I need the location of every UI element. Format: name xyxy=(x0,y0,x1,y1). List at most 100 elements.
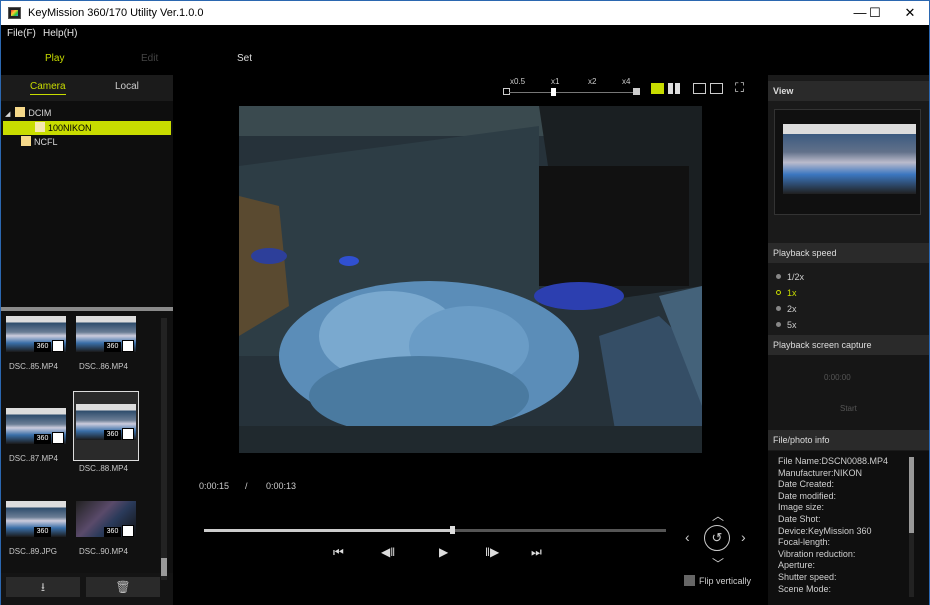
thumbnail[interactable]: 360 DSC..86.MP4 xyxy=(74,311,140,375)
speed-option[interactable]: 5x xyxy=(776,320,797,330)
info-line: Date modified: xyxy=(778,491,837,501)
video-camera-icon xyxy=(52,340,64,352)
tree-label: NCFL xyxy=(34,137,58,147)
capture-start-button[interactable]: Start xyxy=(840,404,857,413)
seek-knob[interactable] xyxy=(450,526,455,534)
mode-play[interactable]: Play xyxy=(45,53,64,64)
chevron-left-icon[interactable]: ‹ xyxy=(685,529,690,545)
speed-option-selected[interactable]: 1x xyxy=(776,288,797,298)
time-separator: / xyxy=(245,481,248,491)
close-button[interactable]: ✕ xyxy=(887,1,930,25)
source-tabs: Camera Local xyxy=(1,75,173,101)
thumbnail[interactable]: 360 DSC..87.MP4 xyxy=(4,403,70,467)
radio-icon xyxy=(776,322,781,327)
video-camera-icon xyxy=(122,428,134,440)
skip-to-start-icon[interactable]: ⏮ xyxy=(333,545,344,560)
tree-node-100nikon[interactable]: 100NIKON xyxy=(3,121,171,135)
tab-camera[interactable]: Camera xyxy=(30,81,66,95)
file-info-header: File/photo info xyxy=(768,430,929,450)
view-header: View xyxy=(768,81,929,101)
right-panel: View Playback speed 1/2x 1x 2x 5x Playba… xyxy=(768,75,929,605)
chevron-down-icon[interactable]: ﹀ xyxy=(712,555,724,572)
menu-file[interactable]: File(F) xyxy=(7,28,36,39)
flip-checkbox[interactable] xyxy=(684,575,695,586)
folder-icon xyxy=(35,122,45,132)
total-time: 0:00:13 xyxy=(266,481,297,491)
360-badge: 360 xyxy=(104,342,121,352)
thumbnail[interactable]: 360 DSC..85.MP4 xyxy=(4,311,70,375)
thumbnail-caption: DSC..87.MP4 xyxy=(9,454,58,463)
zoom-slider[interactable] xyxy=(509,92,637,93)
aspect-16-9-icon[interactable] xyxy=(710,83,723,94)
info-line: Image size: xyxy=(778,502,825,512)
zoom-label: x2 xyxy=(588,77,597,86)
speed-label: 1x xyxy=(787,288,797,298)
seek-bar[interactable] xyxy=(204,526,666,534)
step-back-icon[interactable]: ◀‖ xyxy=(381,545,395,559)
mode-edit[interactable]: Edit xyxy=(141,53,158,64)
zoom-slider-knob[interactable] xyxy=(551,88,556,96)
video-camera-icon xyxy=(122,525,134,537)
reset-view-icon[interactable]: ↺ xyxy=(704,525,730,551)
thumbnail-caption: DSC..86.MP4 xyxy=(79,362,128,371)
speed-label: 1/2x xyxy=(787,272,805,282)
radio-icon xyxy=(776,274,781,279)
delete-button[interactable]: 🗑 xyxy=(86,577,160,597)
app-icon xyxy=(8,7,21,19)
flip-vertically-option[interactable]: Flip vertically xyxy=(684,575,751,586)
info-line: File Name:DSCN0088.MP4 xyxy=(778,456,889,466)
capture-panel: 0:00:00 Start xyxy=(768,355,929,430)
video-camera-icon xyxy=(122,340,134,352)
play-icon[interactable]: ▶ xyxy=(439,545,448,559)
speed-option[interactable]: 2x xyxy=(776,304,797,314)
flip-label: Flip vertically xyxy=(699,576,752,586)
download-icon: ⭳ xyxy=(40,580,46,594)
playback-speed-header: Playback speed xyxy=(768,243,929,263)
app-window: KeyMission 360/170 Utility Ver.1.0.0 — ☐… xyxy=(0,0,930,605)
video-camera-icon xyxy=(52,432,64,444)
seek-progress xyxy=(204,529,452,532)
radio-icon xyxy=(776,306,781,311)
aspect-4-3-icon[interactable] xyxy=(693,83,706,94)
tab-local[interactable]: Local xyxy=(115,81,139,92)
skip-to-end-icon[interactable]: ⏭ xyxy=(531,545,542,560)
zoom-in-icon[interactable] xyxy=(633,88,640,95)
thumbnail-actions: ⭳ 🗑 xyxy=(1,573,173,605)
mode-set[interactable]: Set xyxy=(237,53,252,64)
tree-node-dcim[interactable]: ◢ DCIM xyxy=(5,106,51,120)
info-line: Vibration reduction: xyxy=(778,549,856,559)
thumbnail-caption: DSC..88.MP4 xyxy=(79,464,128,473)
video-frame[interactable] xyxy=(239,106,702,453)
speed-label: 2x xyxy=(787,304,797,314)
expand-arrow-icon[interactable]: ◢ xyxy=(5,111,10,118)
info-line: Shutter speed: xyxy=(778,572,837,582)
single-view-icon[interactable] xyxy=(651,83,664,94)
thumbnail-grid: 360 DSC..85.MP4 360 DSC..86.MP4 360 DSC.… xyxy=(1,311,173,573)
info-line: Date Shot: xyxy=(778,514,821,524)
panorama-thumbnail xyxy=(783,124,916,194)
thumbnail-selected[interactable]: 360 DSC..88.MP4 xyxy=(73,391,139,473)
thumbnail-caption: DSC..85.MP4 xyxy=(9,362,58,371)
trash-icon: 🗑 xyxy=(115,580,131,594)
info-line: Focal-length: xyxy=(778,537,831,547)
download-button[interactable]: ⭳ xyxy=(6,577,80,597)
chevron-up-icon[interactable]: ︿ xyxy=(712,507,724,524)
split-view-icon[interactable] xyxy=(675,83,680,94)
split-view-icon[interactable] xyxy=(668,83,673,94)
folder-icon xyxy=(21,136,31,146)
thumbnail-scrollbar[interactable] xyxy=(161,318,167,580)
radio-icon xyxy=(776,290,781,295)
zoom-label: x1 xyxy=(551,77,560,86)
step-forward-icon[interactable]: ‖▶ xyxy=(485,545,499,559)
chevron-right-icon[interactable]: › xyxy=(741,529,746,545)
view-preview[interactable] xyxy=(774,109,921,215)
speed-option[interactable]: 1/2x xyxy=(776,272,804,282)
scrollbar-thumb[interactable] xyxy=(909,457,914,533)
360-badge: 360 xyxy=(34,342,51,352)
info-scrollbar[interactable] xyxy=(909,457,914,597)
menu-help[interactable]: Help(H) xyxy=(43,28,77,39)
thumbnail[interactable]: 360 DSC..89.JPG xyxy=(4,496,70,560)
thumbnail[interactable]: 360 DSC..90.MP4 xyxy=(74,496,140,560)
fullscreen-icon[interactable]: ⛶ xyxy=(735,81,749,95)
tree-node-ncfl[interactable]: NCFL xyxy=(21,135,58,149)
